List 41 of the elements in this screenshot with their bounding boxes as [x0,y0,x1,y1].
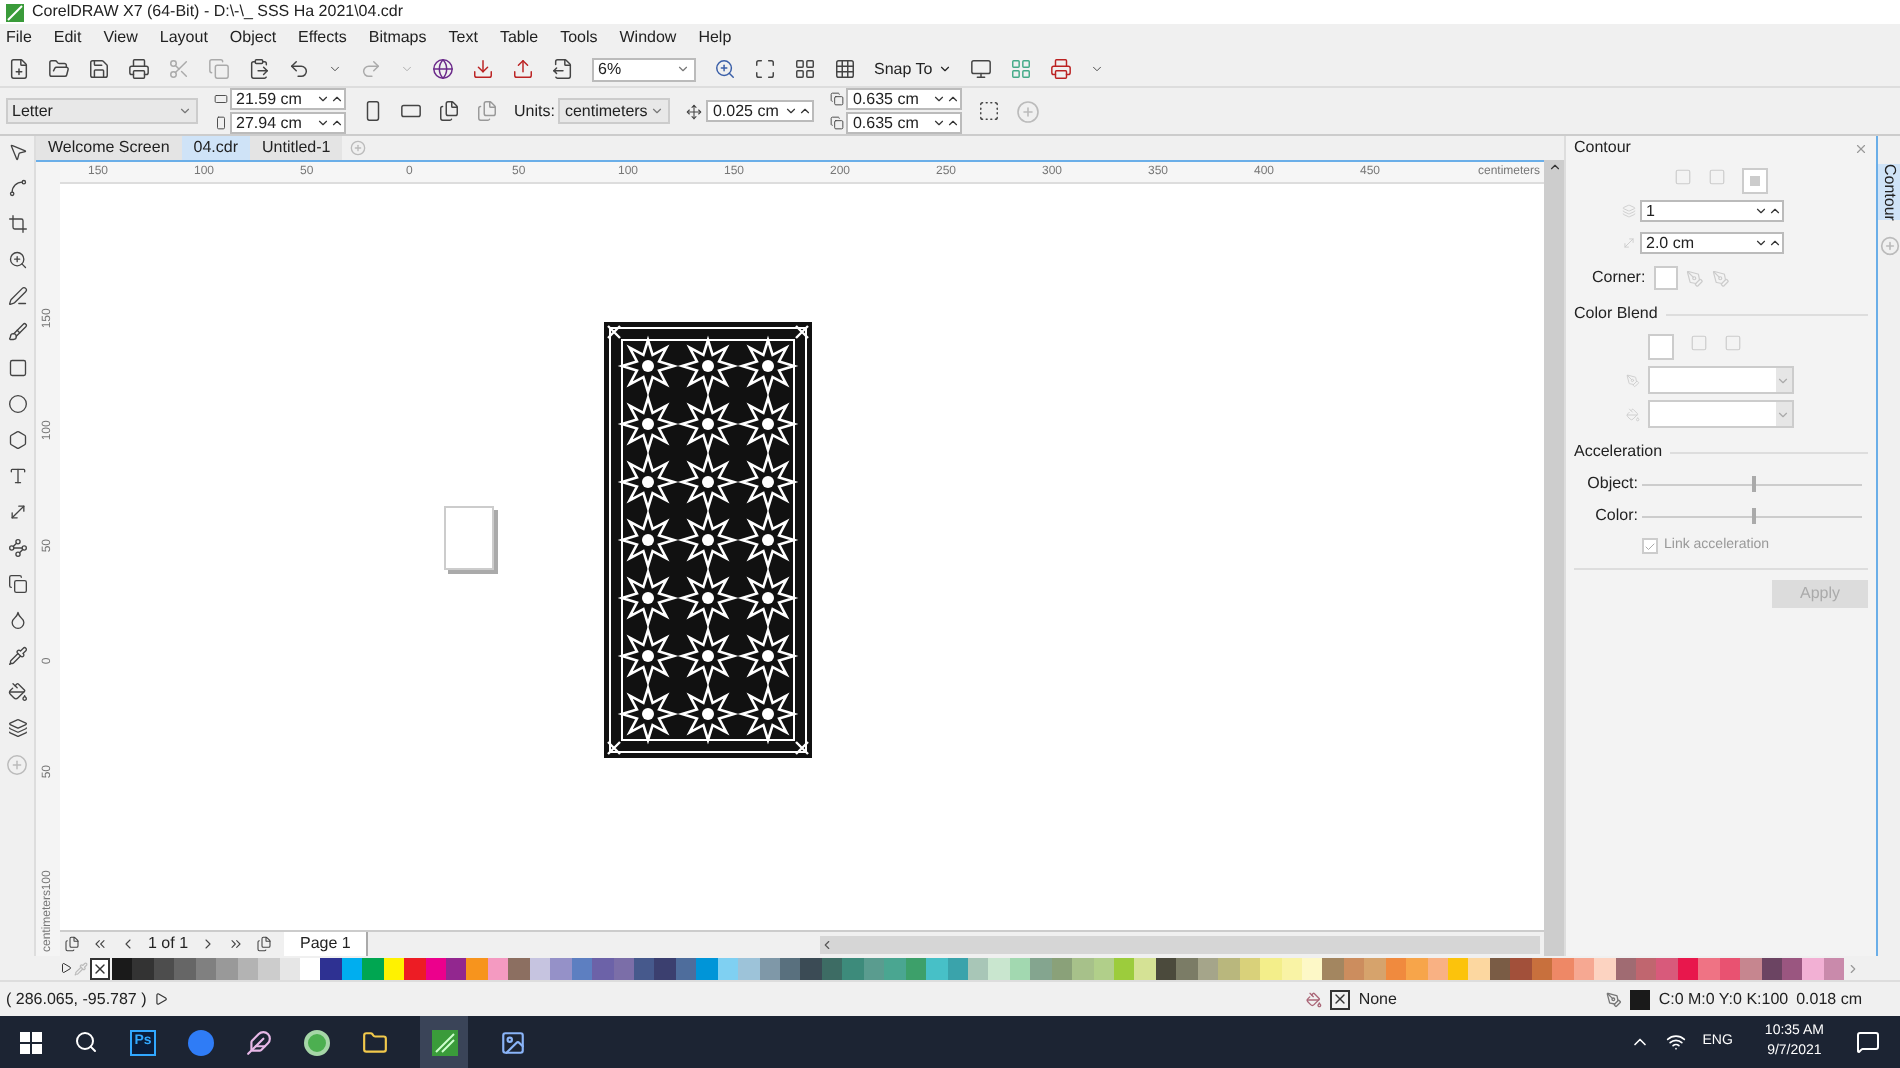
snap-to-button[interactable]: Snap To [874,57,953,81]
menu-item[interactable]: Table [499,26,539,50]
slider-label: Object: [1585,472,1640,496]
menu-item[interactable]: Window [619,26,677,50]
window-title: CorelDRAW X7 (64-Bit) - D:\-\_ SSS Ha 2021\04.cdr [32,0,404,24]
docker-title: Contour [1574,136,1631,160]
duplicate-vertical-field[interactable]: 0.635 cm [846,112,963,134]
section-heading: Acceleration [1574,440,1663,464]
corner-label: Corner: [1592,266,1646,290]
menu-item[interactable]: Tools [560,26,598,50]
page-count: 1 of 1 [148,932,189,956]
outline-width-status: 0.018 cm [1796,987,1864,1011]
menu-item[interactable]: Effects [298,26,347,50]
units-label: Units: [514,99,555,123]
menu-item[interactable]: File [6,26,32,50]
offset-field[interactable]: 2.0 cm [1640,232,1784,254]
menu-item[interactable]: Bitmaps [368,26,427,50]
fill-status: None [1358,987,1399,1011]
paper-size-dropdown[interactable]: Letter [6,98,198,124]
height-field[interactable]: 27.94 cm [230,112,346,134]
outline-color-status: C:0 M:0 Y:0 K:100 [1658,987,1789,1011]
docker-side-tab[interactable]: Contour [1878,164,1900,221]
document-tab[interactable]: Untitled-1 [250,136,343,160]
duplicate-horizontal-field[interactable]: 0.635 cm [846,88,963,110]
units-dropdown[interactable]: centimeters [558,98,671,124]
width-field[interactable]: 21.59 cm [230,88,346,110]
page-tab[interactable]: Page 1 [284,932,369,956]
menu-item[interactable]: Edit [53,26,82,50]
section-heading: Color Blend [1574,302,1658,326]
menu-item[interactable]: View [103,26,138,50]
zoom-dropdown[interactable]: 6% [592,57,696,81]
document-tab[interactable]: Welcome Screen [36,136,182,160]
document-tab[interactable]: 04.cdr [181,136,250,160]
menu-item[interactable]: Help [698,26,732,50]
cursor-coordinates: ( 286.065, -95.787 ) [6,987,147,1011]
slider-label: Color: [1593,504,1640,528]
menu-item[interactable]: Object [229,26,277,50]
nudge-field[interactable]: 0.025 cm [706,100,815,122]
menu-item[interactable]: Text [448,26,478,50]
menu-item[interactable]: Layout [159,26,208,50]
steps-field[interactable]: 1 [1640,200,1784,222]
